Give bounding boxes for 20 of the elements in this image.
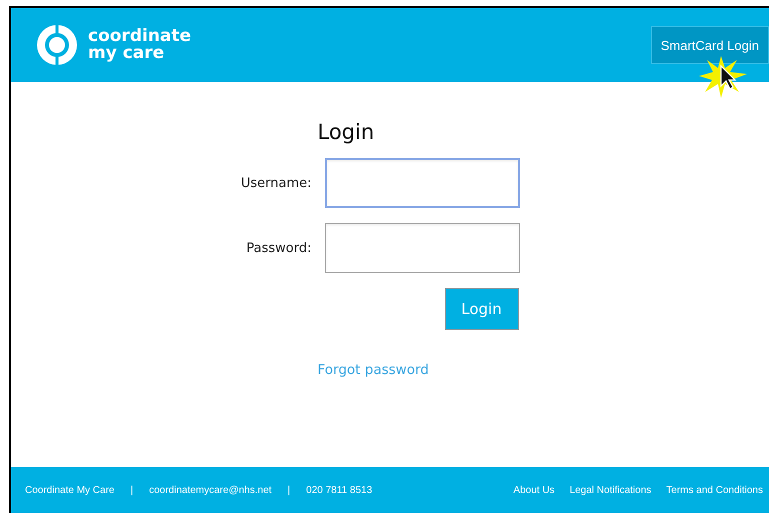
separator: | [288, 484, 290, 496]
footer-link[interactable]: Legal Notifications [570, 484, 652, 496]
footer-link[interactable]: About Us [513, 484, 555, 496]
logo-icon [37, 25, 77, 65]
field-label: Password: [245, 240, 312, 256]
input-field[interactable] [324, 223, 520, 273]
input-field[interactable] [324, 158, 520, 208]
separator: | [130, 484, 134, 496]
mouse-cursor-icon [699, 54, 749, 100]
footer-text: Coordinate My Care [25, 484, 114, 496]
footer-text: coordinatemycare@nhs.net [149, 484, 272, 496]
forgot-password-link[interactable]: Forgot password [318, 362, 429, 378]
login-button[interactable]: Login [444, 288, 518, 330]
footer-text: 020 7811 8513 [306, 484, 372, 496]
logo-text: coordinate [88, 28, 192, 45]
field-label: Username: [240, 176, 312, 190]
footer-link[interactable]: Terms and Conditions [666, 484, 763, 496]
smartcard-login-button[interactable]: SmartCard Login [650, 26, 769, 64]
login-title: Login [318, 120, 376, 144]
logo-text: my care [88, 45, 166, 62]
